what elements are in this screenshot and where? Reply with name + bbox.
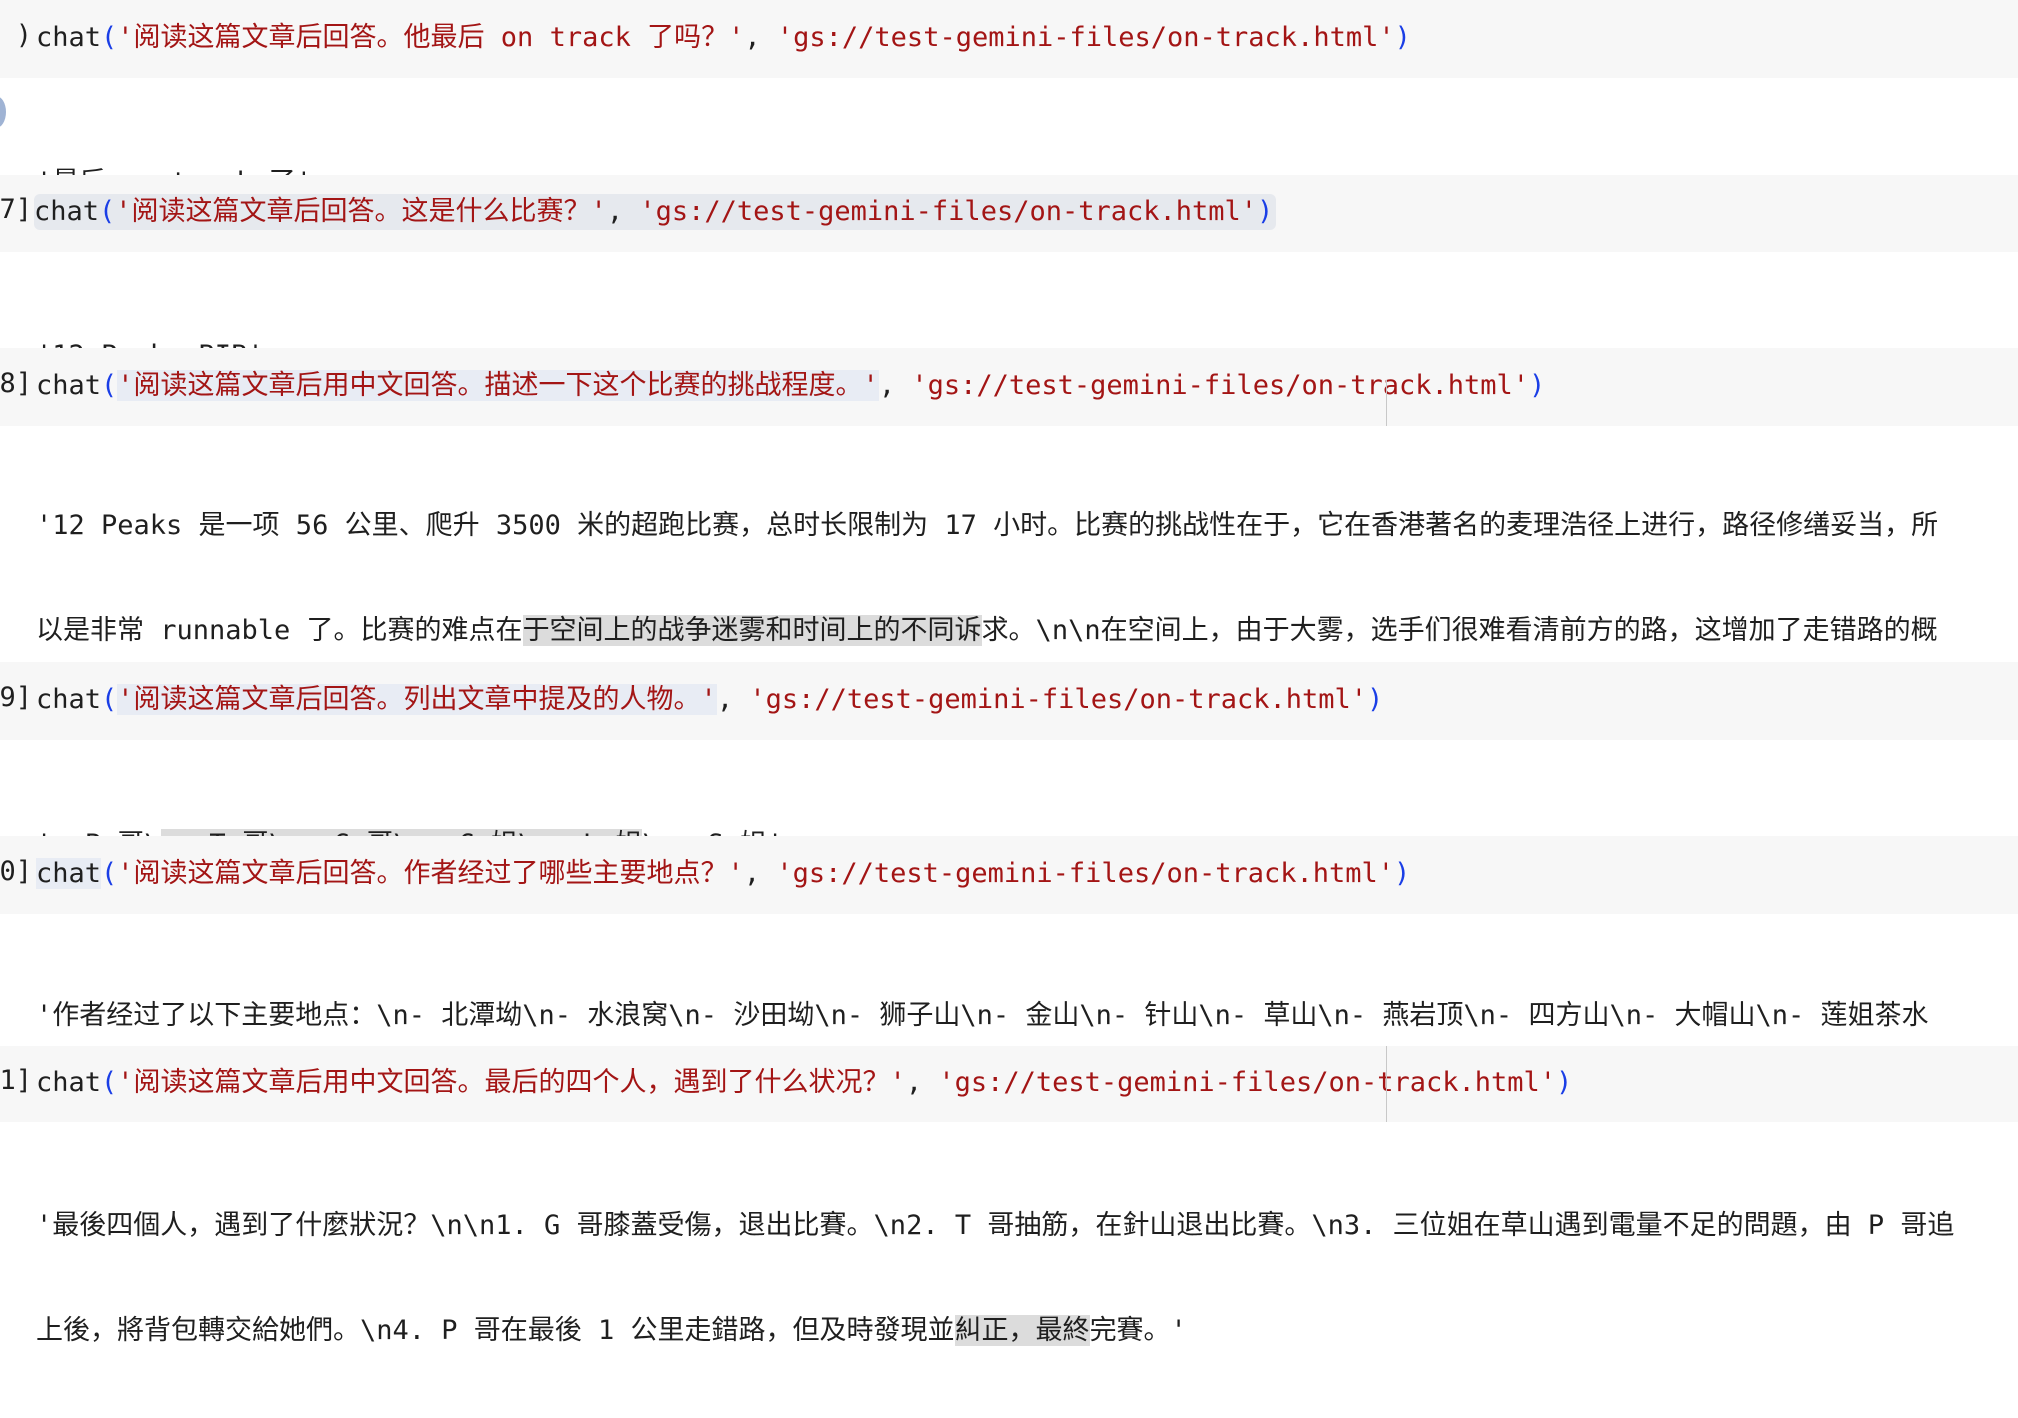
url-string: 'gs://test-gemini-files/on-track.html' bbox=[749, 684, 1368, 715]
selected-text: 糾正，最終 bbox=[954, 1315, 1090, 1346]
code-cell-input[interactable]: 8] chat('阅读这篇文章后用中文回答。描述一下这个比赛的挑战程度。', '… bbox=[0, 348, 2018, 426]
close-paren: ) bbox=[1556, 1067, 1573, 1098]
code-cell-output: '最后 on track 了' bbox=[0, 78, 2018, 198]
text-cursor bbox=[1386, 380, 1387, 426]
question-string: '阅读这篇文章后回答。他最后 on track 了吗？' bbox=[117, 22, 745, 53]
code-line[interactable]: chat('阅读这篇文章后用中文回答。描述一下这个比赛的挑战程度。', 'gs:… bbox=[36, 368, 1545, 404]
question-string: '阅读这篇文章后用中文回答。最后的四个人，遇到了什么状况？' bbox=[117, 1067, 906, 1098]
function-name: chat bbox=[36, 1067, 102, 1098]
url-string: 'gs://test-gemini-files/on-track.html' bbox=[639, 196, 1258, 227]
function-name: chat bbox=[36, 370, 102, 401]
output-line: '作者经过了以下主要地点：\n- 北潭坳\n- 水浪窝\n- 沙田坳\n- 狮子… bbox=[36, 1000, 1929, 1031]
execution-count: 9] bbox=[0, 682, 32, 713]
output-line: '12 Peaks 是一项 56 公里、爬升 3500 米的超跑比赛，总时长限制… bbox=[36, 510, 1939, 541]
text-cursor bbox=[1386, 1046, 1387, 1122]
output-line: '最後四個人，遇到了什麼狀況？\n\n1. G 哥膝蓋受傷，退出比賽。\n2. … bbox=[36, 1210, 1955, 1241]
execution-count: 0] bbox=[0, 856, 32, 887]
execution-count: 7] bbox=[0, 194, 32, 225]
open-paren: ( bbox=[101, 858, 118, 889]
url-string: 'gs://test-gemini-files/on-track.html' bbox=[938, 1067, 1557, 1098]
comma: , bbox=[606, 196, 640, 227]
code-line[interactable]: chat('阅读这篇文章后回答。这是什么比赛？', 'gs://test-gem… bbox=[34, 194, 1277, 230]
open-paren: ( bbox=[101, 370, 118, 401]
comma: , bbox=[744, 22, 777, 53]
code-cell-input[interactable]: ) chat('阅读这篇文章后回答。他最后 on track 了吗？', 'gs… bbox=[0, 0, 2018, 78]
close-paren: ) bbox=[1529, 370, 1546, 401]
function-name: chat bbox=[36, 684, 102, 715]
output-line: 上後，將背包轉交給她們。\n4. P 哥在最後 1 公里走錯路，但及時發現並糾正… bbox=[36, 1313, 2018, 1348]
output-text: 求。\n\n在空间上，由于大雾，选手们很难看清前方的路，这增加了走错路的概 bbox=[981, 615, 1938, 646]
code-line[interactable]: chat('阅读这篇文章后用中文回答。最后的四个人，遇到了什么状况？', 'gs… bbox=[36, 1065, 1572, 1101]
execution-count: ) bbox=[15, 20, 32, 51]
function-name: chat bbox=[34, 196, 100, 227]
open-paren: ( bbox=[99, 196, 116, 227]
code-line[interactable]: chat('阅读这篇文章后回答。他最后 on track 了吗？', 'gs:/… bbox=[36, 20, 1411, 56]
selected-text: 于空间上的战争迷雾和时间上的不同诉 bbox=[522, 615, 982, 646]
question-string: '阅读这篇文章后回答。列出文章中提及的人物。' bbox=[117, 684, 717, 715]
execution-count: 8] bbox=[0, 368, 32, 399]
execution-count: 1] bbox=[0, 1065, 32, 1096]
output-line: 以是非常 runnable 了。比赛的难点在于空间上的战争迷雾和时间上的不同诉求… bbox=[36, 613, 2018, 648]
code-cell-output: '最後四個人，遇到了什麼狀況？\n\n1. G 哥膝蓋受傷，退出比賽。\n2. … bbox=[0, 1122, 2018, 1346]
code-cell-input[interactable]: 7] chat('阅读这篇文章后回答。这是什么比赛？', 'gs://test-… bbox=[0, 175, 2018, 252]
code-cell-output: '作者经过了以下主要地点：\n- 北潭坳\n- 水浪窝\n- 沙田坳\n- 狮子… bbox=[0, 914, 2018, 1136]
code-cell-input[interactable]: 9] chat('阅读这篇文章后回答。列出文章中提及的人物。', 'gs://t… bbox=[0, 662, 2018, 740]
close-paren: ) bbox=[1394, 858, 1411, 889]
close-paren: ) bbox=[1394, 22, 1411, 53]
question-string: '阅读这篇文章后回答。作者经过了哪些主要地点？' bbox=[117, 858, 744, 889]
url-string: 'gs://test-gemini-files/on-track.html' bbox=[776, 858, 1395, 889]
comma: , bbox=[905, 1067, 939, 1098]
question-string: '阅读这篇文章后用中文回答。描述一下这个比赛的挑战程度。' bbox=[117, 370, 879, 401]
comma: , bbox=[743, 858, 777, 889]
function-name: chat bbox=[36, 22, 102, 53]
question-string: '阅读这篇文章后回答。这是什么比赛？' bbox=[115, 196, 607, 227]
function-name: chat bbox=[36, 858, 102, 889]
code-line[interactable]: chat('阅读这篇文章后回答。作者经过了哪些主要地点？', 'gs://tes… bbox=[36, 856, 1410, 892]
close-paren: ) bbox=[1367, 684, 1384, 715]
code-cell-input[interactable]: 1] chat('阅读这篇文章后用中文回答。最后的四个人，遇到了什么状况？', … bbox=[0, 1046, 2018, 1122]
url-string: 'gs://test-gemini-files/on-track.html' bbox=[911, 370, 1530, 401]
url-string: 'gs://test-gemini-files/on-track.html' bbox=[776, 22, 1395, 53]
code-cell-output: '- P 哥\n- T 哥\n- G 哥\n- C 姐\n- L 姐\n- S … bbox=[0, 740, 2018, 860]
output-text: 上後，將背包轉交給她們。\n4. P 哥在最後 1 公里走錯路，但及時發現並 bbox=[36, 1315, 955, 1346]
close-paren: ) bbox=[1257, 196, 1274, 227]
output-status-icon bbox=[0, 96, 6, 128]
code-cell-input[interactable]: 0] chat('阅读这篇文章后回答。作者经过了哪些主要地点？', 'gs://… bbox=[0, 836, 2018, 914]
code-line[interactable]: chat('阅读这篇文章后回答。列出文章中提及的人物。', 'gs://test… bbox=[36, 682, 1383, 718]
code-cell-output: '12 Peaks BIB' bbox=[0, 252, 2018, 371]
open-paren: ( bbox=[101, 22, 118, 53]
open-paren: ( bbox=[101, 1067, 118, 1098]
code-cell-output: '12 Peaks 是一项 56 公里、爬升 3500 米的超跑比赛，总时长限制… bbox=[0, 426, 2018, 961]
output-text: 完賽。' bbox=[1089, 1315, 1187, 1346]
comma: , bbox=[716, 684, 750, 715]
comma: , bbox=[878, 370, 912, 401]
output-text: 以是非常 runnable 了。比赛的难点在 bbox=[36, 615, 523, 646]
open-paren: ( bbox=[101, 684, 118, 715]
